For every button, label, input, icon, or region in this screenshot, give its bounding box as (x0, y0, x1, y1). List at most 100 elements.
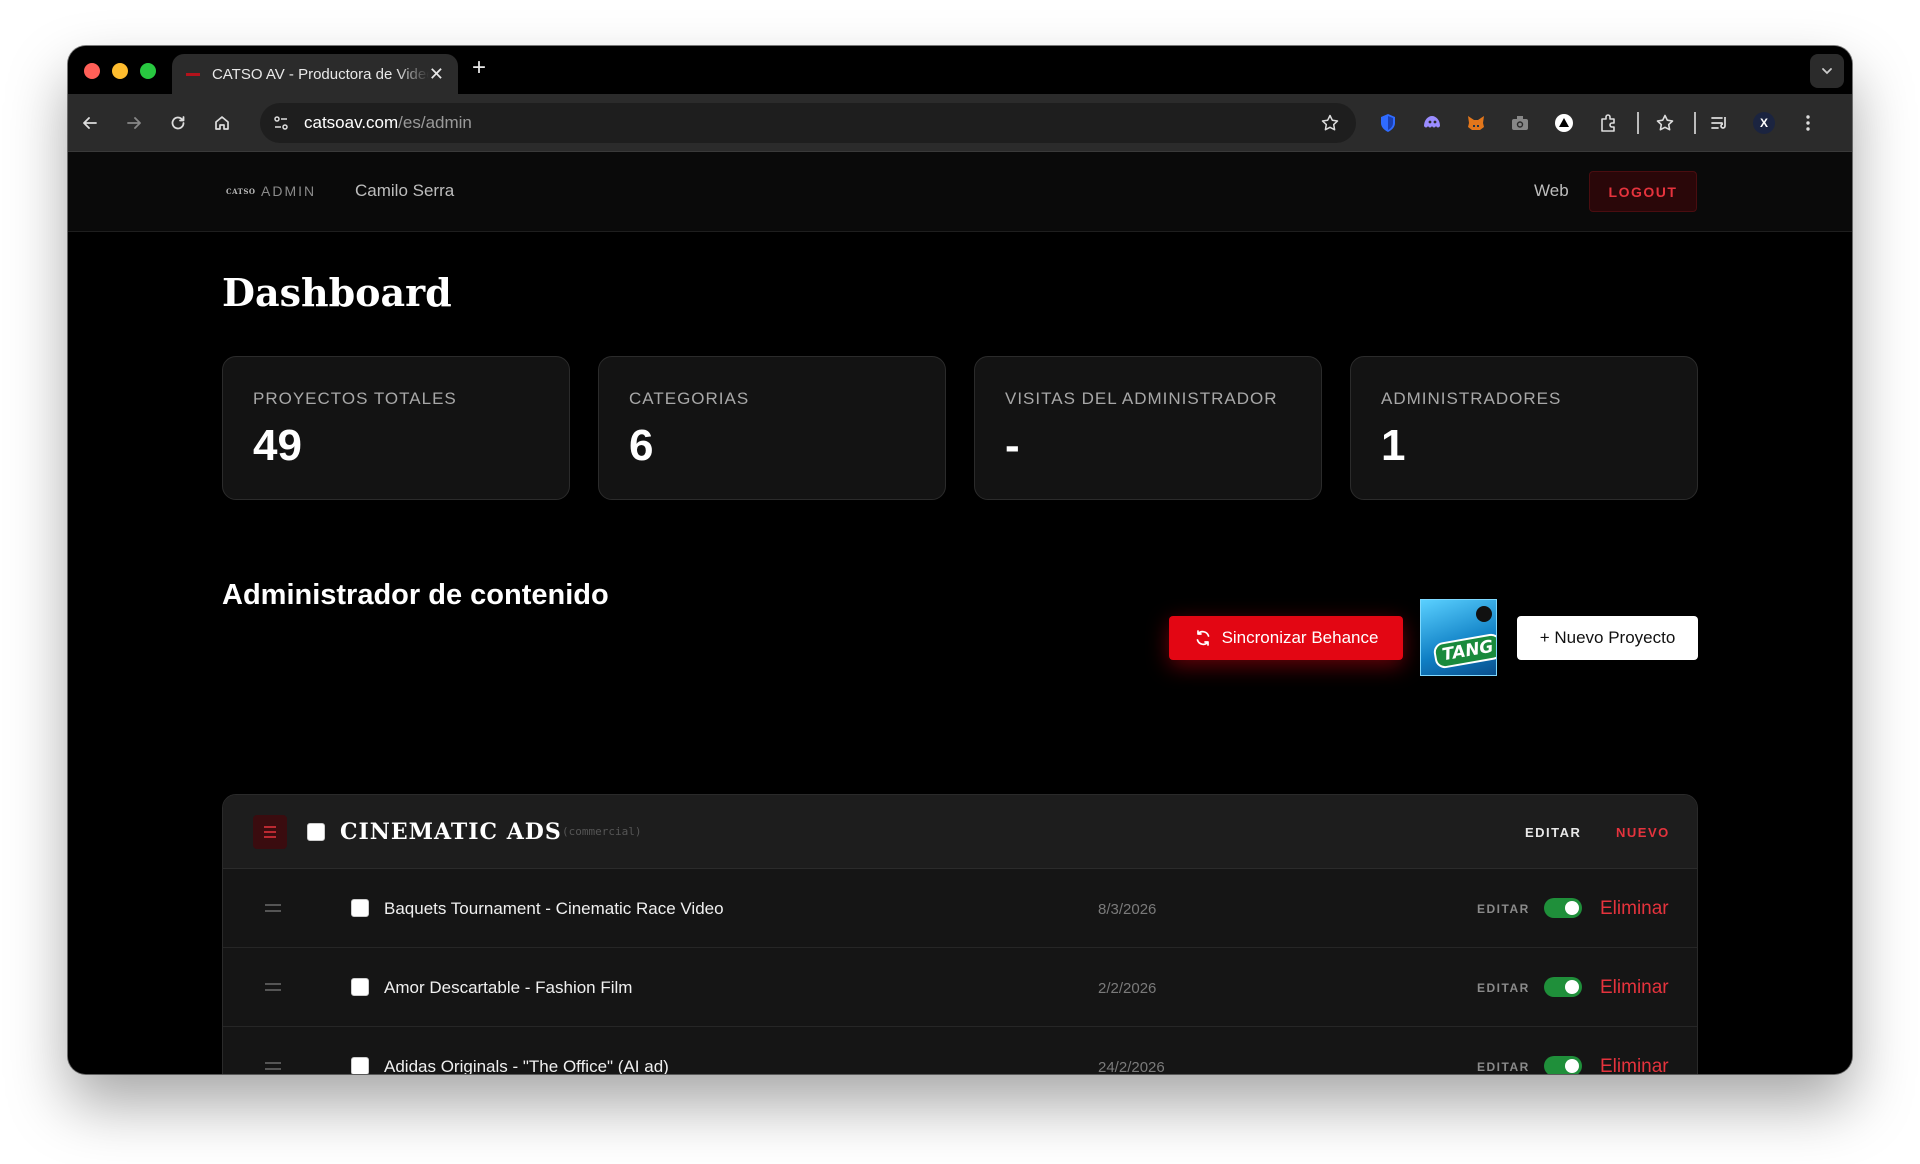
sync-behance-label: Sincronizar Behance (1221, 628, 1379, 647)
tab-favicon-icon (186, 72, 200, 76)
category-header: CINEMATIC ADS (commercial) EDITAR NUEVO (223, 795, 1697, 869)
site-settings-icon[interactable] (272, 114, 290, 132)
reading-list-icon[interactable] (1709, 112, 1731, 134)
triangle-extension-icon[interactable] (1553, 112, 1575, 134)
category-panel: CINEMATIC ADS (commercial) EDITAR NUEVO … (222, 794, 1698, 1074)
camera-extension-icon[interactable] (1509, 112, 1531, 134)
tab-search-button[interactable] (1810, 54, 1844, 88)
reload-icon (171, 116, 185, 130)
table-row: Amor Descartable - Fashion Film 2/2/2026… (223, 948, 1697, 1027)
browser-window: CATSO AV - Productora de Video ✕ + catso… (68, 46, 1852, 1074)
project-publish-toggle[interactable] (1544, 1056, 1582, 1074)
logout-button[interactable]: LOGOUT (1589, 171, 1697, 212)
project-thumbnail[interactable]: TANG (1420, 599, 1497, 676)
project-select-checkbox[interactable] (351, 978, 369, 996)
category-name: CINEMATIC ADS (340, 819, 562, 845)
admin-page: CATSO ADMIN Camilo Serra Web LOGOUT Dash… (68, 152, 1852, 1074)
project-edit-button[interactable]: EDITAR (1477, 902, 1530, 916)
stat-label: CATEGORIAS (629, 389, 750, 408)
thumbnail-brand-text: TANG (1432, 632, 1496, 670)
category-edit-button[interactable]: EDITAR (1525, 825, 1581, 840)
sync-icon (1196, 630, 1209, 646)
stat-value: 1 (1381, 421, 1406, 470)
drag-handle-icon[interactable] (265, 1062, 281, 1070)
brand-logo[interactable]: CATSO (226, 187, 255, 196)
project-date: 2/2/2026 (1098, 980, 1157, 997)
stat-value: 6 (629, 421, 654, 470)
project-delete-button[interactable]: Eliminar (1600, 1056, 1669, 1074)
profile-avatar[interactable]: X (1753, 112, 1775, 134)
chevron-down-icon (1822, 68, 1832, 75)
bookmark-star-icon[interactable] (1320, 113, 1340, 133)
table-row: Adidas Originals - "The Office" (AI ad) … (223, 1027, 1697, 1074)
stat-label: PROYECTOS TOTALES (253, 389, 457, 408)
kebab-menu-icon[interactable] (1797, 112, 1819, 134)
home-icon (215, 116, 229, 130)
stat-label: ADMINISTRADORES (1381, 389, 1562, 408)
metamask-fox-icon[interactable] (1465, 112, 1487, 134)
address-bar[interactable]: catsoav.com/es/admin (260, 103, 1356, 143)
tab-close-icon[interactable]: ✕ (429, 65, 444, 83)
project-select-checkbox[interactable] (351, 899, 369, 917)
maximize-window-button[interactable] (140, 63, 156, 79)
ghost-extension-icon[interactable] (1421, 112, 1443, 134)
forward-arrow-icon (127, 117, 141, 129)
category-menu-button[interactable] (253, 815, 287, 849)
brand-section-label: ADMIN (261, 183, 317, 199)
forward-button[interactable] (122, 111, 146, 135)
stat-value: - (1005, 421, 1020, 470)
bitwarden-extension-icon[interactable] (1377, 112, 1399, 134)
category-slug: (commercial) (562, 825, 642, 838)
table-row: Baquets Tournament - Cinematic Race Vide… (223, 869, 1697, 948)
user-name: Camilo Serra (355, 181, 455, 200)
project-edit-button[interactable]: EDITAR (1477, 981, 1530, 995)
extension-puzzle-icon[interactable] (1597, 112, 1619, 134)
stat-card-administrators: ADMINISTRADORES 1 (1350, 356, 1698, 500)
stat-card-projects: PROYECTOS TOTALES 49 (222, 356, 570, 500)
hamburger-menu-icon (264, 826, 276, 838)
page-title: Dashboard (222, 270, 452, 315)
stat-card-admin-visits: VISITAS DEL ADMINISTRADOR - (974, 356, 1322, 500)
project-select-checkbox[interactable] (351, 1057, 369, 1074)
category-new-button[interactable]: NUEVO (1616, 825, 1670, 840)
project-title: Amor Descartable - Fashion Film (384, 978, 633, 997)
sync-behance-button[interactable]: Sincronizar Behance (1169, 616, 1403, 660)
url-path: /es/admin (398, 113, 472, 132)
reload-button[interactable] (166, 111, 190, 135)
project-date: 8/3/2026 (1098, 901, 1157, 918)
stat-card-categories: CATEGORIAS 6 (598, 356, 946, 500)
section-title: Administrador de contenido (222, 579, 609, 611)
bookmarks-star-icon[interactable] (1654, 112, 1676, 134)
project-delete-button[interactable]: Eliminar (1600, 898, 1669, 920)
web-link[interactable]: Web (1534, 181, 1569, 201)
drag-handle-icon[interactable] (265, 983, 281, 991)
project-publish-toggle[interactable] (1544, 898, 1582, 918)
project-title: Adidas Originals - "The Office" (AI ad) (384, 1057, 669, 1074)
project-edit-button[interactable]: EDITAR (1477, 1060, 1530, 1074)
category-select-checkbox[interactable] (307, 823, 325, 841)
browser-toolbar: catsoav.com/es/admin X (68, 94, 1852, 152)
new-tab-button[interactable]: + (472, 56, 486, 80)
url-text: catsoav.com/es/admin (304, 113, 472, 133)
tab-strip: CATSO AV - Productora de Video ✕ + (68, 46, 1852, 94)
stat-value: 49 (253, 421, 302, 470)
url-host: catsoav.com (304, 113, 399, 132)
thumbnail-badge (1476, 606, 1492, 622)
browser-tab[interactable]: CATSO AV - Productora de Video ✕ (172, 54, 458, 94)
toolbar-divider (1637, 112, 1639, 134)
project-title: Baquets Tournament - Cinematic Race Vide… (384, 899, 724, 918)
project-delete-button[interactable]: Eliminar (1600, 977, 1669, 999)
back-arrow-icon (83, 117, 97, 129)
new-project-button[interactable]: + Nuevo Proyecto (1517, 616, 1698, 660)
project-publish-toggle[interactable] (1544, 977, 1582, 997)
home-button[interactable] (210, 111, 234, 135)
project-date: 24/2/2026 (1098, 1059, 1165, 1074)
close-window-button[interactable] (84, 63, 100, 79)
minimize-window-button[interactable] (112, 63, 128, 79)
stat-label: VISITAS DEL ADMINISTRADOR (1005, 389, 1278, 408)
back-button[interactable] (78, 111, 102, 135)
admin-header: CATSO ADMIN Camilo Serra Web LOGOUT (68, 152, 1852, 232)
toolbar-divider (1694, 112, 1696, 134)
drag-handle-icon[interactable] (265, 904, 281, 912)
tab-title: CATSO AV - Productora de Video (211, 65, 429, 83)
